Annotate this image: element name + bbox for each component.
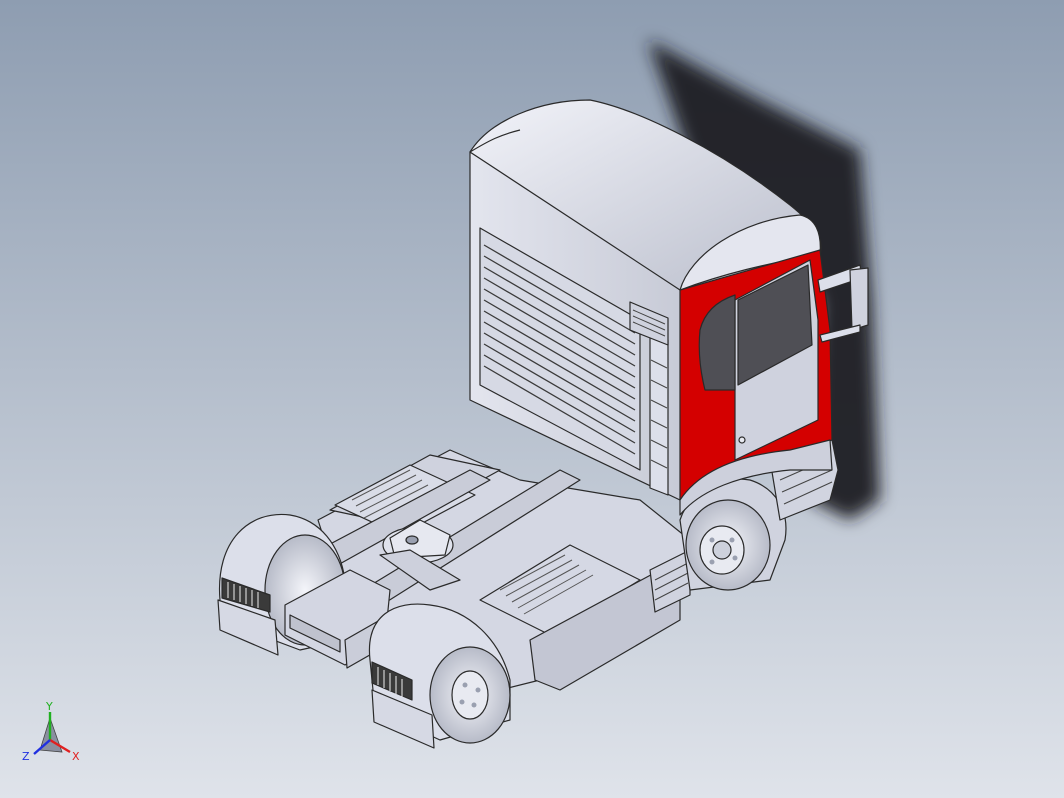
triad-y-label: Y bbox=[45, 700, 53, 713]
3d-viewport[interactable]: Y X Z bbox=[0, 0, 1064, 798]
model-view[interactable]: Y X Z bbox=[0, 0, 1064, 798]
triad-z-label: Z bbox=[22, 750, 30, 763]
triad-x-label: X bbox=[72, 750, 80, 763]
